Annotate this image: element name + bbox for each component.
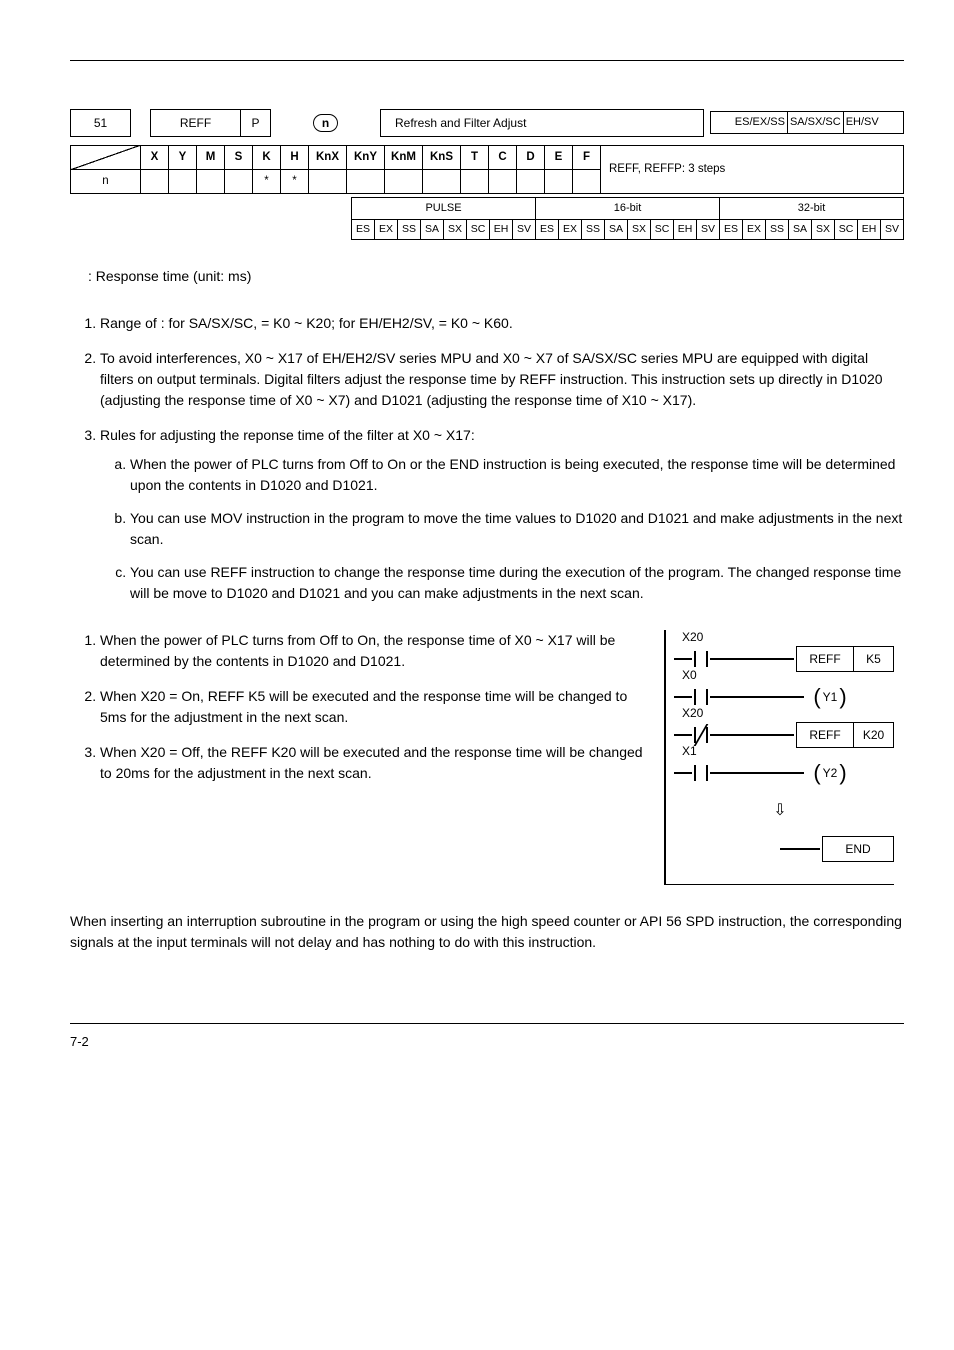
ex-item-1: When the power of PLC turns from Off to … [100, 630, 644, 672]
exp-sublist: When the power of PLC turns from Off to … [100, 454, 904, 604]
response-time-note: : Response time (unit: ms) [70, 266, 904, 287]
param-box: K5 [854, 646, 894, 672]
contact-open-icon [694, 651, 708, 667]
grid-corner [71, 145, 141, 169]
api-number: 51 [71, 109, 131, 136]
coil-icon: (Y2) [806, 762, 854, 784]
param-box: K20 [854, 722, 894, 748]
ladder-diagram: X20 REFF K5 X0 (Y1) X20 [664, 630, 904, 885]
exp-item-3: Rules for adjusting the reponse time of … [100, 425, 904, 604]
coil-icon: (Y1) [806, 686, 854, 708]
contact-open-icon [694, 765, 708, 781]
exp-sub-b: You can use MOV instruction in the progr… [130, 508, 904, 550]
operand-row-label: n [71, 169, 141, 193]
steps-desc: REFF, REFFP: 3 steps [601, 145, 904, 194]
instr-box: REFF [796, 646, 854, 672]
mnemonic: REFF [151, 109, 241, 136]
exp-item-1: Range of : for SA/SX/SC, = K0 ~ K20; for… [100, 313, 904, 334]
arrow-down-icon: ⇩ [773, 803, 786, 819]
end-box: END [822, 836, 894, 862]
page-number: 7-2 [70, 1034, 89, 1049]
ex-item-3: When X20 = Off, the REFF K20 will be exe… [100, 742, 644, 784]
exp-sub-c: You can use REFF instruction to change t… [130, 562, 904, 604]
exp-item-2: To avoid interferences, X0 ~ X17 of EH/E… [100, 348, 904, 411]
remarks-paragraph: When inserting an interruption subroutin… [70, 911, 904, 953]
contact-closed-icon [694, 727, 708, 743]
instr-box: REFF [796, 722, 854, 748]
function-desc: Refresh and Filter Adjust [381, 109, 704, 136]
exp-sub-a: When the power of PLC turns from Off to … [130, 454, 904, 496]
instruction-header-table: 51 REFF P n Refresh and Filter Adjust ES… [70, 89, 904, 137]
contact-open-icon [694, 689, 708, 705]
controllers-box: ES/EX/SS SA/SX/SC EH/SV [710, 111, 904, 134]
program-example-list: When the power of PLC turns from Off to … [70, 630, 644, 784]
operand-type-grid: XYMS KH KnXKnYKnMKnS TCDEF REFF, REFFP: … [70, 145, 904, 195]
pulse-bit-table: PULSE 16-bit 32-bit ESEXSSSA SXSCEHSV ES… [351, 197, 904, 240]
p-suffix: P [241, 109, 271, 136]
explanation-list: Range of : for SA/SX/SC, = K0 ~ K20; for… [70, 313, 904, 604]
ex-item-2: When X20 = On, REFF K5 will be executed … [100, 686, 644, 728]
operand-n-pill: n [313, 114, 338, 132]
